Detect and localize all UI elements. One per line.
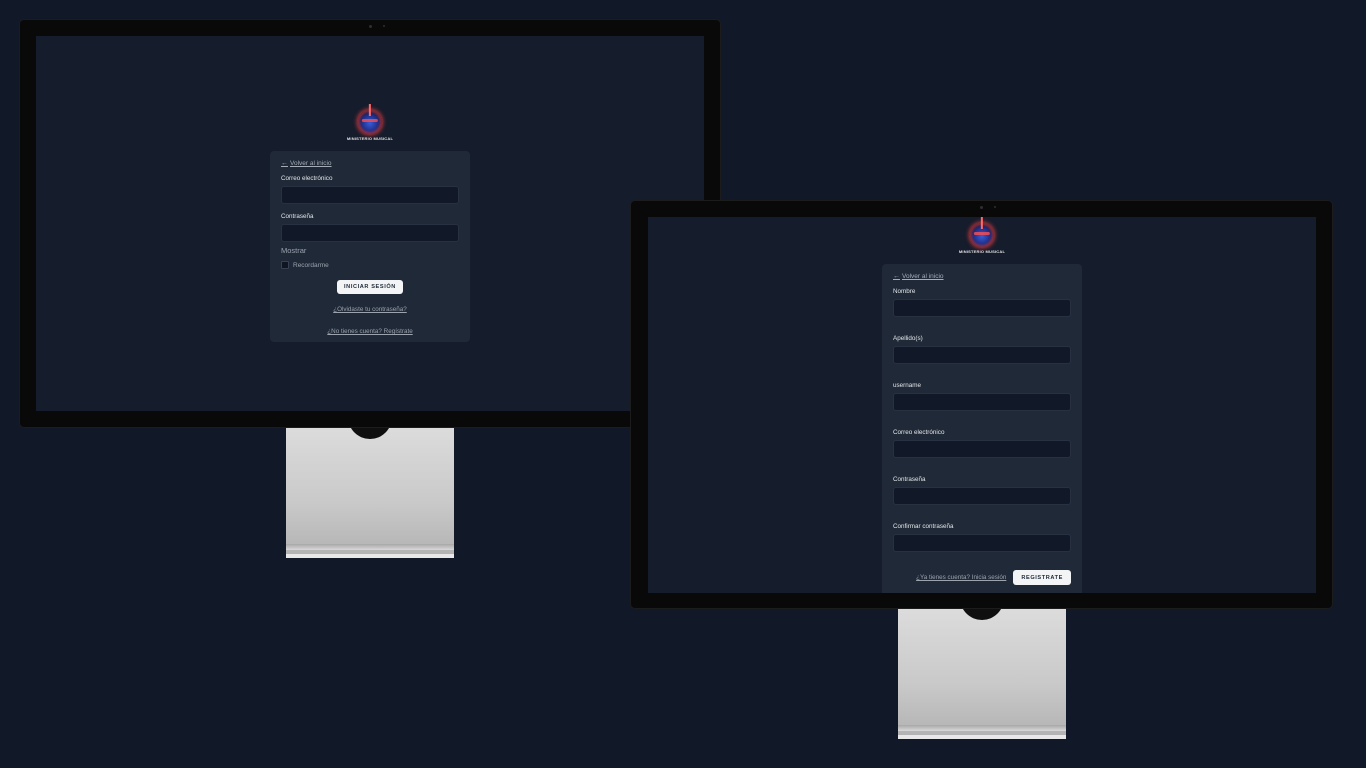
password-input[interactable] bbox=[281, 224, 459, 242]
password-label: Contraseña bbox=[893, 476, 926, 483]
show-password-toggle[interactable]: Mostrar bbox=[281, 246, 459, 255]
nombre-input[interactable] bbox=[893, 299, 1071, 317]
back-link-label: Volver al inicio bbox=[290, 160, 332, 167]
field-apellidos: Apellido(s) bbox=[893, 335, 1071, 364]
apellidos-input[interactable] bbox=[893, 346, 1071, 364]
stand-base bbox=[286, 544, 454, 550]
email-input[interactable] bbox=[893, 440, 1071, 458]
register-actions: ¿Ya tienes cuenta? Inicia sesión REGISTR… bbox=[893, 570, 1071, 585]
field-nombre: Nombre bbox=[893, 288, 1071, 317]
login-card: ← Volver al inicio Correo electrónico Co… bbox=[270, 151, 470, 342]
monitor-stand bbox=[898, 592, 1066, 739]
register-link[interactable]: ¿No tienes cuenta? Regístrate bbox=[281, 328, 459, 335]
email-label: Correo electrónico bbox=[893, 429, 945, 436]
login-button[interactable]: INICIAR SESIÓN bbox=[337, 280, 403, 294]
field-username: username bbox=[893, 382, 1071, 411]
username-input[interactable] bbox=[893, 393, 1071, 411]
register-screen: MINISTERIO MUSICAL ← Volver al inicio No… bbox=[648, 217, 1316, 593]
register-button[interactable]: REGISTRATE bbox=[1013, 570, 1071, 585]
sensor-icon bbox=[994, 206, 996, 208]
back-to-home-link[interactable]: ← Volver al inicio bbox=[281, 160, 459, 167]
field-password: Contraseña bbox=[893, 476, 1071, 505]
forgot-password-link[interactable]: ¿Olvidaste tu contraseña? bbox=[281, 306, 459, 313]
monitor-bezel: MINISTERIO MUSICAL ← Volver al inicio Co… bbox=[20, 20, 720, 427]
guitar-logo-icon bbox=[358, 110, 382, 134]
logo: MINISTERIO MUSICAL bbox=[347, 110, 393, 141]
register-card: ← Volver al inicio Nombre Apellido(s) us… bbox=[882, 264, 1082, 593]
remember-label: Recordarme bbox=[293, 261, 329, 269]
stand-base bbox=[898, 725, 1066, 731]
logo: MINISTERIO MUSICAL bbox=[959, 223, 1005, 254]
email-label: Correo electrónico bbox=[281, 175, 333, 182]
password-input[interactable] bbox=[893, 487, 1071, 505]
arrow-left-icon: ← bbox=[893, 273, 900, 280]
camera-icon bbox=[369, 25, 372, 28]
remember-checkbox[interactable] bbox=[281, 261, 289, 269]
logo-text: MINISTERIO MUSICAL bbox=[958, 249, 1006, 254]
field-confirm-password: Confirmar contraseña bbox=[893, 523, 1071, 552]
guitar-logo-icon bbox=[970, 223, 994, 247]
monitor-bezel: MINISTERIO MUSICAL ← Volver al inicio No… bbox=[631, 201, 1332, 608]
logo-text: MINISTERIO MUSICAL bbox=[346, 136, 394, 141]
sensor-icon bbox=[383, 25, 385, 27]
nombre-label: Nombre bbox=[893, 288, 916, 295]
confirm-password-label: Confirmar contraseña bbox=[893, 523, 954, 530]
login-screen: MINISTERIO MUSICAL ← Volver al inicio Co… bbox=[36, 36, 704, 411]
username-label: username bbox=[893, 382, 922, 389]
arrow-left-icon: ← bbox=[281, 160, 288, 167]
back-link-label: Volver al inicio bbox=[902, 273, 944, 280]
remember-me[interactable]: Recordarme bbox=[281, 261, 459, 269]
monitor-stand bbox=[286, 411, 454, 558]
email-input[interactable] bbox=[281, 186, 459, 204]
confirm-password-input[interactable] bbox=[893, 534, 1071, 552]
apellidos-label: Apellido(s) bbox=[893, 335, 923, 342]
field-email: Correo electrónico bbox=[893, 429, 1071, 458]
password-label: Contraseña bbox=[281, 213, 314, 220]
camera-icon bbox=[980, 206, 983, 209]
back-to-home-link[interactable]: ← Volver al inicio bbox=[893, 273, 1071, 280]
login-link[interactable]: ¿Ya tienes cuenta? Inicia sesión bbox=[916, 574, 1006, 581]
